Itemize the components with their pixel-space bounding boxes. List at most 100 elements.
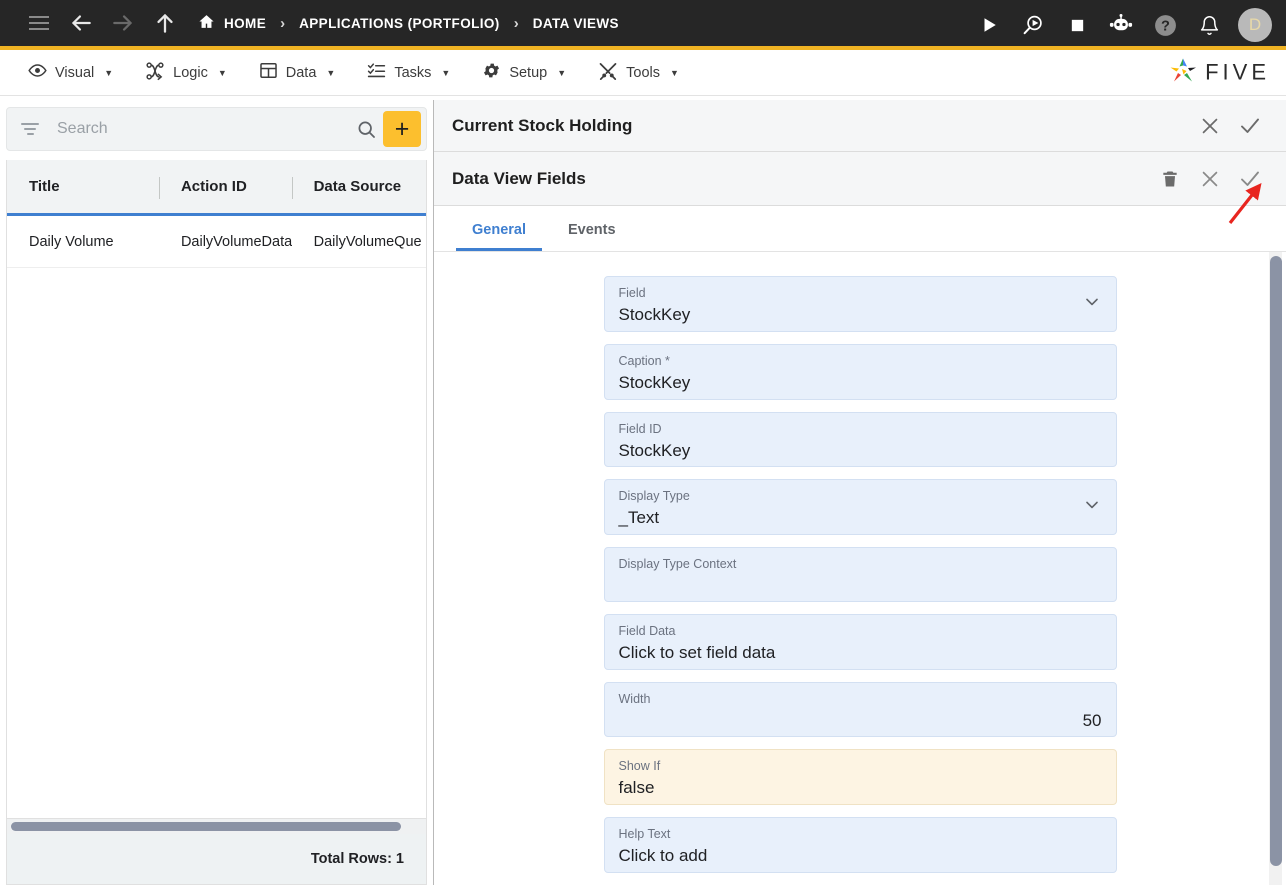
menu-item-label: Visual: [55, 64, 95, 81]
vertical-scrollbar-thumb[interactable]: [1270, 256, 1282, 866]
gear-icon: [482, 61, 501, 84]
field-value: StockKey: [618, 305, 691, 324]
menu-item-label: Tasks: [394, 64, 432, 81]
breadcrumb-label: APPLICATIONS (PORTFOLIO): [299, 15, 500, 31]
menu-item-visual[interactable]: Visual ▼: [14, 55, 127, 90]
add-record-button[interactable]: +: [383, 111, 421, 147]
top-navigation-bar: HOME › APPLICATIONS (PORTFOLIO) › DATA V…: [0, 0, 1286, 50]
menu-item-setup[interactable]: Setup ▼: [468, 55, 580, 90]
table-icon: [259, 61, 278, 84]
grid-empty-area: [7, 268, 426, 818]
chevron-down-icon: ▼: [557, 67, 567, 78]
records-grid: Title Action ID Data Source Daily Volume…: [6, 160, 427, 885]
field-label: Caption *: [618, 353, 670, 368]
chevron-down-icon[interactable]: [1082, 495, 1102, 520]
detail-panel: Current Stock Holding Data View Fields G…: [434, 100, 1286, 885]
breadcrumb-separator: ›: [280, 14, 286, 32]
run-icon[interactable]: [969, 5, 1009, 45]
field-value: _Text: [618, 508, 660, 528]
search-icon[interactable]: [349, 119, 383, 140]
menu-item-data[interactable]: Data ▼: [245, 55, 350, 90]
hamburger-menu-icon[interactable]: [18, 3, 60, 43]
field-label: Show If: [618, 759, 661, 774]
menu-item-logic[interactable]: Logic ▼: [131, 55, 241, 91]
chevron-down-icon: ▼: [670, 67, 679, 78]
forward-arrow-icon[interactable]: [102, 3, 144, 43]
field-field-data[interactable]: Field Data Click to set field data: [603, 613, 1117, 670]
back-arrow-icon[interactable]: [60, 3, 102, 43]
field-caption[interactable]: Caption * StockKey: [603, 343, 1117, 400]
menu-item-label: Setup: [509, 64, 548, 81]
up-arrow-icon[interactable]: [144, 3, 186, 43]
cell-data-source: DailyVolumeQue: [313, 233, 422, 250]
field-value: StockKey: [618, 440, 691, 460]
brand-text: FIVE: [1205, 59, 1270, 85]
menu-item-label: Logic: [173, 64, 208, 81]
horizontal-scrollbar-thumb[interactable]: [11, 822, 401, 831]
field-field[interactable]: Field StockKey: [603, 276, 1117, 332]
delete-trash-icon[interactable]: [1150, 159, 1190, 199]
column-header-action-id[interactable]: Action ID: [158, 160, 292, 213]
home-icon: [198, 13, 215, 33]
close-icon[interactable]: [1190, 106, 1230, 146]
field-display-type-context[interactable]: Display Type Context: [603, 547, 1117, 602]
assistant-bot-icon[interactable]: [1101, 5, 1141, 45]
field-label: Width: [618, 691, 651, 706]
notifications-bell-icon[interactable]: [1189, 5, 1229, 45]
debug-run-icon[interactable]: [1013, 5, 1053, 45]
breadcrumb-item-applications[interactable]: APPLICATIONS (PORTFOLIO): [299, 16, 500, 31]
field-field-id[interactable]: Field ID StockKey: [603, 411, 1117, 468]
field-value: false: [618, 778, 655, 798]
chevron-down-icon: ▼: [326, 67, 336, 78]
field-label: Display Type: [618, 489, 690, 504]
tab-general[interactable]: General: [456, 222, 542, 251]
topbar-left-group: HOME › APPLICATIONS (PORTFOLIO) › DATA V…: [0, 3, 619, 43]
column-header-title[interactable]: Title: [7, 160, 159, 213]
help-icon[interactable]: ?: [1145, 5, 1185, 45]
field-label: Field ID: [618, 421, 662, 436]
chevron-down-icon[interactable]: [1082, 291, 1102, 316]
stop-icon[interactable]: [1057, 5, 1097, 45]
vertical-scrollbar[interactable]: [1269, 252, 1282, 885]
table-row[interactable]: Daily Volume DailyVolumeData… DailyVolum…: [7, 216, 426, 268]
breadcrumb-item-home[interactable]: HOME: [186, 13, 266, 33]
detail-tabs: General Events: [434, 206, 1286, 252]
cell-action-id: DailyVolumeData…: [180, 233, 292, 250]
field-label: Help Text: [618, 827, 671, 842]
page-title: Current Stock Holding: [452, 115, 633, 135]
confirm-check-icon[interactable]: [1230, 159, 1270, 199]
field-form: Field StockKey Caption * StockKey Field …: [434, 252, 1286, 885]
task-list-icon: [367, 61, 386, 84]
left-list-panel: + Title Action ID Data Source Daily Volu…: [0, 100, 434, 885]
horizontal-scrollbar[interactable]: [7, 818, 426, 834]
confirm-check-icon[interactable]: [1230, 106, 1270, 146]
field-help-text[interactable]: Help Text Click to add: [603, 817, 1117, 873]
tab-events[interactable]: Events: [552, 222, 632, 251]
menu-item-tools[interactable]: Tools ▼: [584, 55, 693, 91]
field-width[interactable]: Width 50: [603, 681, 1117, 738]
column-header-data-source[interactable]: Data Source: [291, 160, 426, 213]
avatar[interactable]: D: [1238, 8, 1272, 42]
breadcrumb-item-data-views[interactable]: DATA VIEWS: [533, 16, 619, 31]
record-header: Current Stock Holding: [434, 100, 1286, 152]
data-view-fields-header: Data View Fields: [434, 152, 1286, 206]
five-star-icon: [1168, 56, 1198, 89]
field-value: 50: [1082, 710, 1102, 730]
menu-item-label: Tools: [626, 64, 660, 81]
field-label: Display Type Context: [618, 557, 737, 572]
close-icon[interactable]: [1190, 159, 1230, 199]
field-value: StockKey: [618, 372, 691, 392]
search-input[interactable]: [41, 120, 349, 138]
field-label: Field: [618, 286, 646, 300]
grid-header-row: Title Action ID Data Source: [7, 160, 426, 216]
breadcrumb-label: HOME: [224, 15, 267, 31]
field-show-if[interactable]: Show If false: [603, 749, 1117, 806]
field-value: Click to set field data: [618, 642, 776, 662]
field-display-type[interactable]: Display Type _Text: [603, 479, 1117, 536]
field-value: [619, 572, 1102, 598]
filter-icon[interactable]: [21, 123, 41, 135]
menu-item-tasks[interactable]: Tasks ▼: [353, 55, 464, 90]
eye-icon: [28, 61, 47, 84]
chevron-down-icon: ▼: [441, 67, 451, 78]
field-value: Click to add: [618, 846, 708, 866]
